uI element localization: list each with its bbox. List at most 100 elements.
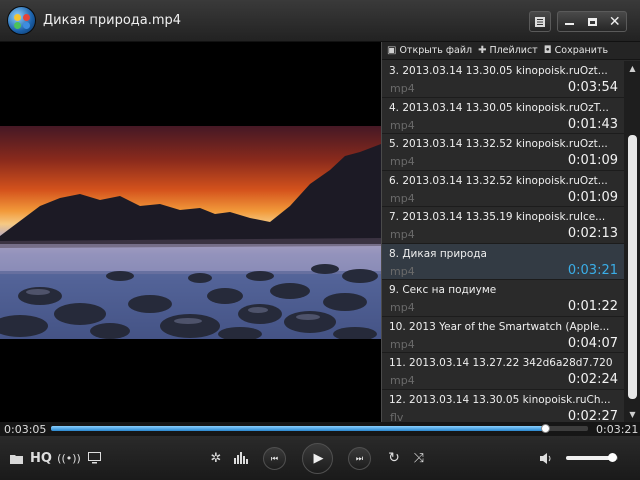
playlist-item[interactable]: 10. 2013 Year of the Smartwatch (Apple..… bbox=[382, 317, 624, 353]
shuffle-icon: ⤨ bbox=[413, 450, 425, 466]
total-time: 0:03:21 bbox=[596, 423, 639, 436]
playlist-item[interactable]: 7. 2013.03.14 13.35.19 kinopoisk.ruIce..… bbox=[382, 207, 624, 244]
screen-button[interactable] bbox=[86, 448, 102, 468]
app-logo-icon[interactable] bbox=[7, 6, 36, 35]
seek-track[interactable] bbox=[51, 424, 588, 433]
previous-icon: ⏮ bbox=[270, 453, 279, 463]
scroll-down-icon[interactable]: ▼ bbox=[624, 407, 640, 422]
speaker-icon bbox=[539, 452, 550, 464]
window-title: Дикая природа.mp4 bbox=[43, 13, 182, 28]
playlist-item-format: mp4 bbox=[390, 155, 415, 168]
volume-slider[interactable] bbox=[566, 453, 618, 462]
folder-icon bbox=[9, 454, 23, 464]
equalizer-icon bbox=[234, 452, 248, 464]
playlist-item[interactable]: 11. 2013.03.14 13.27.22 342d6a28d7.720 mp… bbox=[382, 353, 624, 390]
video-area[interactable] bbox=[0, 42, 381, 422]
playlist-item-title: 9. Секс на подиуме bbox=[389, 284, 497, 296]
repeat-button[interactable]: ↻ bbox=[386, 448, 402, 468]
playlist-item-duration: 0:01:09 bbox=[567, 153, 618, 168]
playlist-item-duration: 0:02:13 bbox=[567, 226, 618, 241]
playlist-item-title: 5. 2013.03.14 13.32.52 kinopoisk.ruOzt..… bbox=[389, 138, 608, 150]
save-button[interactable]: ◘ Сохранить bbox=[544, 45, 608, 56]
shuffle-button[interactable]: ⤨ bbox=[409, 448, 429, 468]
window-controls: ✕ bbox=[557, 11, 627, 32]
seek-bar: 0:03:05 0:03:21 bbox=[0, 422, 640, 436]
playlist-list: 3. 2013.03.14 13.30.05 kinopoisk.ruOzt..… bbox=[382, 61, 624, 422]
mute-button[interactable] bbox=[538, 448, 554, 468]
playlist-item-title: 3. 2013.03.14 13.30.05 kinopoisk.ruOzt..… bbox=[389, 65, 608, 77]
maximize-button[interactable] bbox=[581, 12, 604, 31]
maximize-icon bbox=[587, 17, 597, 26]
playlist-item[interactable]: 5. 2013.03.14 13.32.52 kinopoisk.ruOzt..… bbox=[382, 134, 624, 171]
playlist-item[interactable]: 3. 2013.03.14 13.30.05 kinopoisk.ruOzt..… bbox=[382, 61, 624, 98]
playlist-item-duration: 0:02:27 bbox=[567, 408, 618, 423]
repeat-icon: ↻ bbox=[388, 450, 400, 466]
playlist-item-duration: 0:04:07 bbox=[567, 335, 618, 351]
seek-handle[interactable] bbox=[541, 424, 551, 433]
seek-progress bbox=[51, 426, 546, 431]
playlist-toggle-button[interactable] bbox=[529, 11, 551, 32]
playlist-scrollbar[interactable]: ▲ ▼ bbox=[624, 61, 640, 422]
hq-button[interactable]: HQ bbox=[30, 448, 52, 468]
playlist-item-format: mp4 bbox=[390, 191, 415, 205]
playlist-item-format: mp4 bbox=[390, 228, 415, 241]
playlist-item-format: mp4 bbox=[390, 82, 415, 95]
gear-icon: ✲ bbox=[210, 450, 222, 466]
playlist-item-duration: 0:01:22 bbox=[567, 299, 618, 314]
playlist-item-duration: 0:03:54 bbox=[567, 80, 618, 95]
title-bar: Дикая природа.mp4 ✕ bbox=[0, 0, 640, 42]
plus-icon: ✚ bbox=[478, 45, 487, 56]
volume-level bbox=[566, 456, 612, 460]
playlist-item-format: mp4 bbox=[390, 374, 415, 387]
play-button[interactable]: ▶ bbox=[302, 443, 333, 474]
folder-icon: ▣ bbox=[387, 45, 397, 56]
elapsed-time: 0:03:05 bbox=[4, 423, 47, 436]
playlist-item-duration: 0:02:24 bbox=[567, 372, 618, 387]
close-button[interactable]: ✕ bbox=[603, 12, 626, 31]
next-button[interactable]: ⏭ bbox=[348, 447, 371, 470]
equalizer-button[interactable] bbox=[233, 448, 249, 468]
playlist-item-title: 11. 2013.03.14 13.27.22 342d6a28d7.720 bbox=[389, 357, 613, 369]
playlist-item-title: 12. 2013.03.14 13.30.05 kinopoisk.ruCh..… bbox=[389, 393, 611, 406]
play-icon: ▶ bbox=[313, 451, 324, 466]
monitor-icon bbox=[87, 452, 101, 464]
playlist-item-format: mp4 bbox=[390, 337, 415, 351]
playlist-item-format: mp4 bbox=[390, 118, 415, 132]
save-icon: ◘ bbox=[543, 45, 552, 56]
playlist-item-format: flv bbox=[390, 410, 404, 423]
close-icon: ✕ bbox=[608, 13, 621, 30]
minimize-icon bbox=[564, 23, 574, 25]
broadcast-button[interactable]: ((•)) bbox=[57, 448, 81, 468]
open-file-button[interactable]: ▣ Открыть файл bbox=[387, 45, 472, 56]
save-label: Сохранить bbox=[554, 45, 609, 56]
previous-button[interactable]: ⏮ bbox=[263, 447, 286, 470]
playlist-item-title: 6. 2013.03.14 13.32.52 kinopoisk.ruOzt..… bbox=[389, 174, 608, 187]
playlist-item-duration: 0:01:43 bbox=[567, 116, 618, 132]
scroll-up-icon[interactable]: ▲ bbox=[624, 61, 640, 76]
playlist-item[interactable]: 8. Дикая природа mp4 0:03:21 bbox=[382, 243, 624, 280]
playlist-item-duration: 0:03:21 bbox=[567, 262, 618, 278]
playlist-item-format: mp4 bbox=[390, 301, 415, 314]
playlist-item-duration: 0:01:09 bbox=[567, 189, 618, 205]
playlist-button[interactable]: ✚ Плейлист bbox=[478, 45, 538, 56]
settings-button[interactable]: ✲ bbox=[208, 448, 224, 468]
control-bar: HQ ((•)) ✲ ⏮ ▶ ⏭ ↻ ⤨ bbox=[0, 436, 640, 480]
playlist-icon bbox=[535, 16, 545, 27]
open-folder-button[interactable] bbox=[8, 448, 24, 468]
playlist-toolbar: ▣ Открыть файл ✚ Плейлист ◘ Сохранить bbox=[382, 42, 640, 60]
playlist-item[interactable]: 4. 2013.03.14 13.30.05 kinopoisk.ruOzT..… bbox=[382, 98, 624, 134]
open-file-label: Открыть файл bbox=[399, 45, 473, 56]
volume-handle[interactable] bbox=[607, 453, 617, 462]
playlist-item[interactable]: 9. Секс на подиуме mp4 0:01:22 bbox=[382, 280, 624, 317]
minimize-button[interactable] bbox=[558, 12, 581, 31]
playlist-item[interactable]: 12. 2013.03.14 13.30.05 kinopoisk.ruCh..… bbox=[382, 390, 624, 423]
playlist-label: Плейлист bbox=[489, 45, 538, 56]
next-icon: ⏭ bbox=[355, 453, 364, 463]
playlist-item-title: 7. 2013.03.14 13.35.19 kinopoisk.ruIce..… bbox=[389, 211, 606, 223]
scrollbar-thumb[interactable] bbox=[628, 135, 637, 399]
video-frame bbox=[0, 126, 381, 339]
playlist-item[interactable]: 6. 2013.03.14 13.32.52 kinopoisk.ruOzt..… bbox=[382, 171, 624, 207]
broadcast-icon: ((•)) bbox=[57, 451, 81, 465]
playlist-item-format: mp4 bbox=[390, 264, 415, 278]
playlist-item-title: 10. 2013 Year of the Smartwatch (Apple..… bbox=[389, 320, 610, 333]
